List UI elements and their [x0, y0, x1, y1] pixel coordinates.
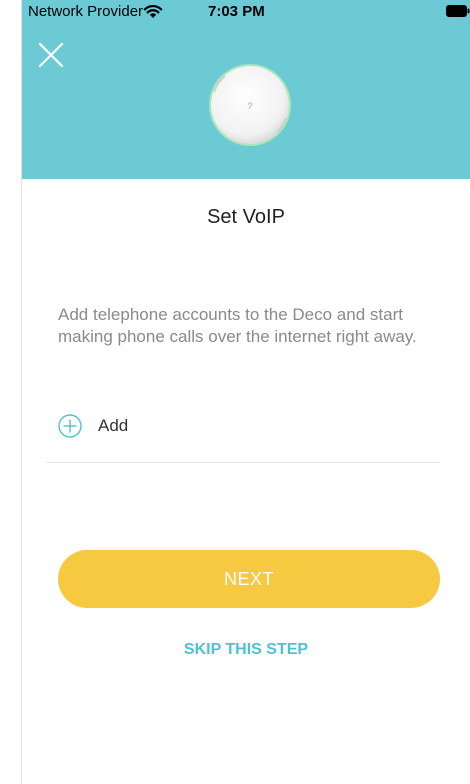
wifi-icon [143, 5, 163, 18]
set-voip-screen: Network Provider 7:03 PM Set VoIP Add te… [0, 0, 470, 784]
network-provider: Network Provider [28, 3, 144, 20]
status-bar: Network Provider 7:03 PM [22, 0, 470, 22]
add-account-row[interactable]: Add [46, 405, 440, 463]
page-title: Set VoIP [207, 206, 285, 228]
deco-device-image [209, 64, 291, 146]
skip-step-link[interactable]: SKIP THIS STEP [22, 641, 470, 659]
next-button[interactable]: NEXT [58, 550, 440, 608]
add-circle-icon [58, 414, 82, 438]
left-gutter [0, 0, 22, 784]
battery-icon [446, 5, 470, 17]
add-label: Add [98, 416, 129, 435]
status-time: 7:03 PM [208, 3, 265, 20]
page-description: Add telephone accounts to the Deco and s… [58, 305, 417, 346]
close-icon[interactable] [36, 40, 66, 70]
